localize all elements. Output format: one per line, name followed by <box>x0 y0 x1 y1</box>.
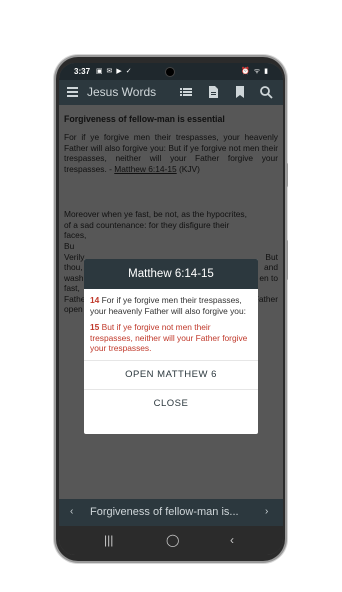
verse-text: But if ye forgive not men their trespass… <box>90 322 248 354</box>
recent-apps-icon[interactable]: ||| <box>104 533 113 547</box>
verse-15: 15 But if ye forgive not men their tresp… <box>90 322 252 354</box>
verse-paragraph: For if ye forgive men their trespasses, … <box>64 132 278 174</box>
status-time: 3:37 <box>74 67 91 76</box>
notification-icons: ▣ ✉ ▶ ✓ <box>96 68 133 75</box>
system-icons: ⏰ ᯤ ▮ <box>241 68 269 75</box>
verse-dialog: Matthew 6:14-15 14 For if ye forgive men… <box>84 259 258 434</box>
text-line: fast, <box>64 282 80 293</box>
verse-reference-link[interactable]: Matthew 6:14-15 <box>114 164 176 174</box>
verse-number: 14 <box>90 295 100 305</box>
text-line: of a sad countenance: for they disfigure… <box>64 219 230 230</box>
close-button[interactable]: CLOSE <box>84 388 258 418</box>
list-icon[interactable] <box>179 85 193 99</box>
text-line: faces, <box>64 230 87 241</box>
verse-14: 14 For if ye forgive men their trespasse… <box>90 295 252 316</box>
text-line: Verily <box>64 251 85 262</box>
dialog-title: Matthew 6:14-15 <box>84 259 258 289</box>
system-nav-bar: ||| ◯ ‹ <box>59 526 283 555</box>
volume-button <box>285 163 288 187</box>
text-line: and <box>264 261 278 272</box>
text-line: open <box>64 303 83 314</box>
text-line: But <box>265 251 278 262</box>
bottom-navigation-bar: ‹ Forgiveness of fellow-man is... › <box>59 499 283 526</box>
app-title: Jesus Words <box>87 85 157 99</box>
text-line: en to <box>259 272 278 283</box>
status-bar: 3:37 ▣ ✉ ▶ ✓ ⏰ ᯤ ▮ <box>59 63 283 80</box>
open-chapter-button[interactable]: OPEN MATTHEW 6 <box>84 359 258 389</box>
back-icon[interactable]: ‹ <box>230 533 234 547</box>
search-icon[interactable] <box>259 85 273 99</box>
document-icon[interactable] <box>206 85 220 99</box>
text-line: Moreover when ye fast, be not, as the hy… <box>64 209 247 219</box>
verse-text: For if ye forgive men their trespasses, … <box>90 295 246 316</box>
app-bar: Jesus Words <box>59 80 283 105</box>
text-line: Bu <box>64 240 75 251</box>
text-line: wash <box>64 272 84 283</box>
front-camera <box>166 68 174 76</box>
section-heading: Forgiveness of fellow-man is essential <box>64 114 225 124</box>
verse-number: 15 <box>90 322 100 333</box>
bookmark-icon[interactable] <box>233 85 247 99</box>
current-topic-label: Forgiveness of fellow-man is... <box>90 506 239 518</box>
reading-content: Forgiveness of fellow-man is essential F… <box>59 105 283 503</box>
next-icon[interactable]: › <box>265 506 268 517</box>
screen: 3:37 ▣ ✉ ▶ ✓ ⏰ ᯤ ▮ Jesus Words Forgivene… <box>59 63 283 555</box>
menu-icon[interactable] <box>67 87 78 99</box>
translation-label: (KJV) <box>176 163 200 174</box>
dialog-verses: 14 For if ye forgive men their trespasse… <box>84 289 258 354</box>
home-icon[interactable]: ◯ <box>166 533 179 547</box>
previous-icon[interactable]: ‹ <box>70 506 73 517</box>
text-line: thou, <box>64 261 83 272</box>
power-button <box>285 240 288 280</box>
